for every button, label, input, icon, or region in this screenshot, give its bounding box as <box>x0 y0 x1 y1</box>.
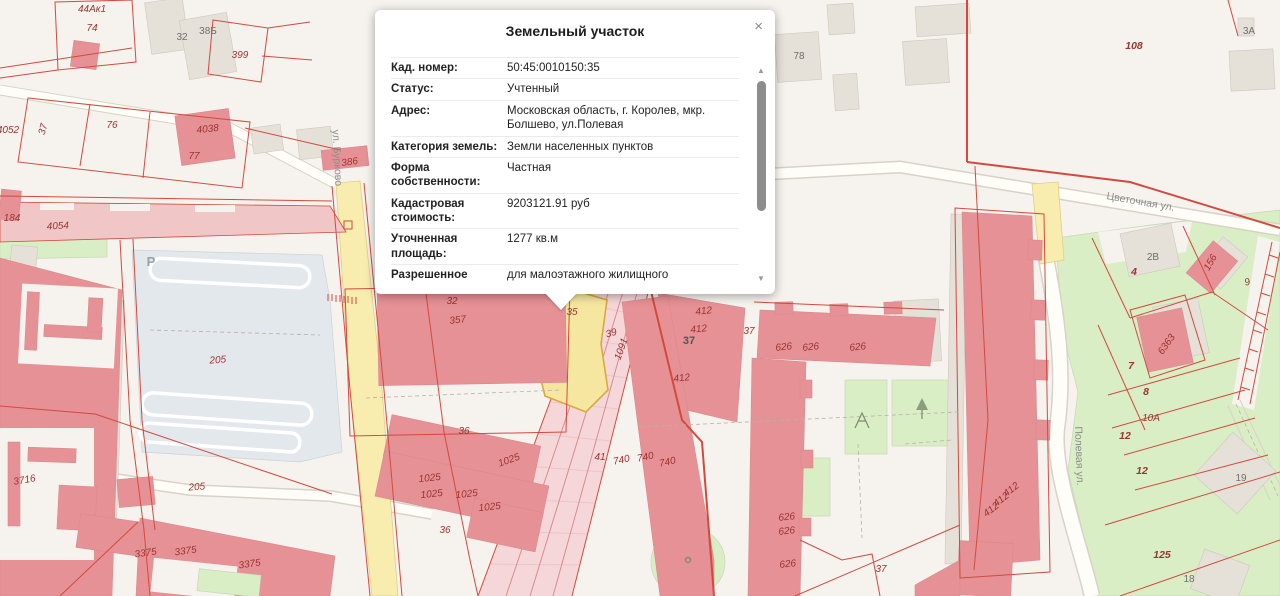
info-row: Категория земель:Земли населенных пункто… <box>391 137 739 158</box>
info-value: 50:45:0010150:35 <box>507 61 739 75</box>
close-icon[interactable]: × <box>754 19 763 34</box>
map-label: 37 <box>37 122 51 136</box>
map-label: 125 <box>1153 549 1171 561</box>
parking-symbol: Р <box>147 254 156 269</box>
street-label-polevaya: Полевая ул. <box>1072 426 1086 485</box>
map-label: 357 <box>449 314 467 327</box>
map-label: 37 <box>875 564 887 575</box>
scroll-track[interactable] <box>757 76 766 274</box>
info-label: Разрешенное <box>391 268 507 282</box>
map-label: 205 <box>208 354 227 366</box>
map-label: 78 <box>793 51 805 62</box>
scroll-thumb[interactable] <box>757 81 766 211</box>
map-label: 76 <box>106 120 118 131</box>
map-label: 412 <box>673 372 691 385</box>
info-label: Адрес: <box>391 104 507 133</box>
info-value: Частная <box>507 161 739 190</box>
map-label: 4052 <box>0 125 20 136</box>
map-label: 740 <box>612 453 631 467</box>
map-label: 37 <box>683 335 695 347</box>
map-label: 37 <box>743 326 755 337</box>
map-label: 626 <box>778 511 796 524</box>
map-label: 8 <box>1143 386 1149 398</box>
info-row: Кад. номер:50:45:0010150:35 <box>391 58 739 79</box>
info-label: Статус: <box>391 82 507 96</box>
map-label: 184 <box>4 213 21 224</box>
info-label: Уточненная площадь: <box>391 232 507 261</box>
map-label: 108 <box>1125 40 1143 52</box>
map-label: 626 <box>849 341 867 354</box>
map-label: 2В <box>1147 252 1160 263</box>
cadastral-map-app: 44Ак1743238Б399405237764038773861844054Р… <box>0 0 1280 596</box>
info-label: Кад. номер: <box>391 61 507 75</box>
info-value: Московская область, г. Королев, мкр. Бол… <box>507 104 739 133</box>
info-value: Земли населенных пунктов <box>507 140 739 154</box>
map-label: 74 <box>86 23 98 34</box>
map-label: 12 <box>1136 465 1148 477</box>
map-label: 36 <box>458 426 470 437</box>
info-label: Кадастровая стоимость: <box>391 197 507 226</box>
info-value: для малоэтажного жилищного <box>507 268 739 282</box>
map-label: 4 <box>1130 266 1137 278</box>
map-parking-area <box>132 250 342 462</box>
map-label: 12 <box>1119 430 1131 442</box>
map-label: 412 <box>695 305 713 318</box>
parcel-info-popup: Земельный участок × Кад. номер:50:45:001… <box>375 10 775 294</box>
popup-title: Земельный участок <box>375 10 775 48</box>
map-label: 41 <box>594 452 605 463</box>
map-label: 3А <box>1243 26 1256 37</box>
map-label: 36 <box>439 525 451 536</box>
info-row: Разрешенноедля малоэтажного жилищного <box>391 265 739 286</box>
map-label: 77 <box>188 151 200 162</box>
map-label: 399 <box>232 50 249 61</box>
map-label: 19 <box>1235 473 1247 484</box>
map-label: 44Ак1 <box>78 4 106 15</box>
info-row: Форма собственности:Частная <box>391 158 739 194</box>
map-label: 32 <box>446 296 458 307</box>
map-label: 4054 <box>46 220 69 232</box>
info-row: Статус:Учтенный <box>391 79 739 100</box>
popup-pointer <box>545 293 577 310</box>
info-row: Уточненная площадь:1277 кв.м <box>391 229 739 265</box>
info-value: 9203121.91 руб <box>507 197 739 226</box>
info-label: Форма собственности: <box>391 161 507 190</box>
map-label: 10А <box>1142 413 1160 424</box>
info-label: Категория земель: <box>391 140 507 154</box>
map-label: 626 <box>775 341 793 354</box>
info-value: Учтенный <box>507 82 739 96</box>
popup-rows: Кад. номер:50:45:0010150:35Статус:Учтенн… <box>391 57 739 286</box>
map-label: 18 <box>1183 574 1195 585</box>
map-label: 626 <box>779 558 797 571</box>
scroll-up-icon[interactable]: ▲ <box>757 66 765 76</box>
map-label: 205 <box>187 481 206 493</box>
map-label: 626 <box>802 341 820 354</box>
map-label: 412 <box>690 323 708 336</box>
popup-scrollbar[interactable]: ▲ ▼ <box>754 66 768 284</box>
map-label: 32 <box>176 32 188 43</box>
map-label: 626 <box>778 525 796 538</box>
info-row: Кадастровая стоимость:9203121.91 руб <box>391 194 739 230</box>
map-label: 38Б <box>199 26 217 37</box>
info-value: 1277 кв.м <box>507 232 739 261</box>
info-row: Адрес:Московская область, г. Королев, мк… <box>391 101 739 137</box>
scroll-down-icon[interactable]: ▼ <box>757 274 765 284</box>
